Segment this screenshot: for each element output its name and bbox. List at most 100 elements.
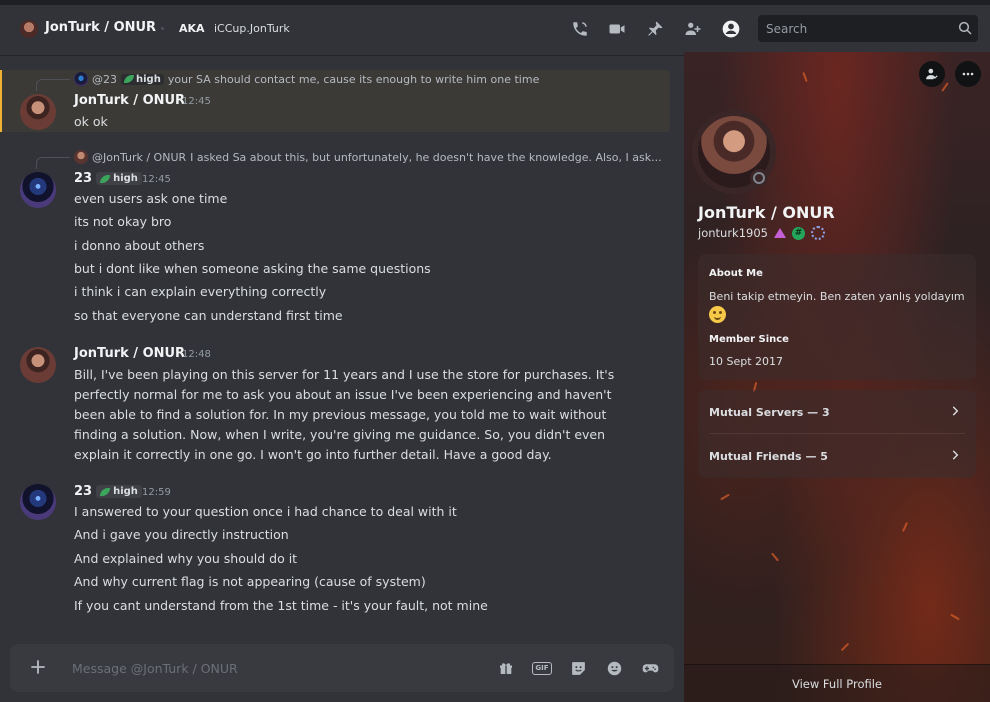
message-line: its not okay bro: [74, 214, 172, 229]
ember-decoration: [901, 522, 909, 532]
channel-header: JonTurk / ONUR AKA iCCup.JonTurk: [0, 0, 990, 56]
aka-name: iCCup.JonTurk: [214, 22, 290, 35]
gif-label: GIF: [532, 661, 552, 675]
add-attachment-icon[interactable]: [28, 657, 48, 677]
profile-username: jonturk1905: [698, 226, 768, 240]
status-offline-icon: [750, 169, 768, 187]
ember-decoration: [840, 642, 850, 652]
mutual-friends-row[interactable]: Mutual Friends — 5: [698, 434, 976, 478]
reply-avatar: [74, 72, 88, 86]
nitro-boost-badge-icon[interactable]: [810, 226, 825, 240]
author-name[interactable]: JonTurk / ONUR: [74, 346, 185, 361]
ember-decoration: [950, 613, 960, 621]
profile-username-row: jonturk1905 #: [698, 226, 825, 240]
dm-avatar[interactable]: [20, 20, 38, 38]
message-input[interactable]: [72, 644, 482, 692]
chevron-right-icon: [952, 450, 959, 460]
message-line: but i dont like when someone asking the …: [74, 261, 431, 276]
active-developer-badge-icon[interactable]: #: [791, 226, 805, 240]
sticker-icon[interactable]: [568, 658, 588, 678]
separator-dot: [161, 27, 164, 30]
view-full-profile-label: View Full Profile: [791, 676, 883, 691]
avatar[interactable]: [20, 347, 56, 383]
mutual-servers-row[interactable]: Mutual Servers — 3: [698, 390, 976, 434]
message-composer[interactable]: GIF: [10, 644, 674, 692]
message-author[interactable]: 23 high: [74, 171, 142, 186]
message-author[interactable]: 23 high: [74, 484, 142, 499]
role-tag-label: high: [136, 73, 161, 85]
mutual-friends-label: Mutual Friends — 5: [709, 449, 828, 463]
message-author[interactable]: JonTurk / ONUR: [74, 346, 185, 361]
user-profile-icon[interactable]: [719, 17, 743, 41]
friend-status-button[interactable]: [919, 61, 945, 87]
aka-label: AKA: [179, 22, 205, 35]
window-top-bar: [0, 0, 990, 5]
gift-icon[interactable]: [496, 658, 516, 678]
message-line: ok ok: [74, 114, 108, 129]
add-friends-icon[interactable]: [681, 17, 705, 41]
leaf-icon: [100, 174, 111, 183]
message-timestamp: 12:45: [142, 174, 171, 185]
more-dots-icon: [962, 72, 974, 76]
message-line: And explained why you should do it: [74, 551, 298, 566]
search-input[interactable]: [758, 15, 948, 42]
reply-spine: [36, 157, 70, 169]
role-tag: high: [96, 172, 142, 185]
ember-decoration: [802, 71, 808, 83]
reply-preview[interactable]: @JonTurk / ONUR I asked Sa about this, b…: [36, 150, 662, 169]
dm-title[interactable]: JonTurk / ONUR: [45, 20, 156, 35]
message-timestamp: 12:48: [182, 349, 211, 360]
author-name[interactable]: 23: [74, 484, 92, 499]
reply-user[interactable]: @23: [92, 73, 117, 86]
about-text: Beni takip etmeyin. Ben zaten yanlış yol…: [709, 290, 965, 303]
reply-avatar: [74, 150, 88, 164]
about-card: About Me Beni takip etmeyin. Ben zaten y…: [698, 254, 976, 380]
activity-icon[interactable]: [640, 658, 660, 678]
ember-decoration: [720, 493, 730, 501]
role-tag-label: high: [113, 486, 138, 497]
search-box[interactable]: [758, 15, 978, 42]
message-list[interactable]: @23 high your SA should contact me, caus…: [0, 56, 684, 702]
message-line: i think i can explain everything correct…: [74, 284, 327, 299]
message-line: And why current flag is not appearing (c…: [74, 574, 426, 589]
reply-user[interactable]: @JonTurk / ONUR: [92, 151, 186, 164]
reply-text: your SA should contact me, cause its eno…: [167, 72, 540, 86]
message-timestamp: 12:45: [182, 96, 211, 107]
message-line: If you cant understand from the 1st time…: [74, 598, 488, 613]
reply-preview[interactable]: @23 high your SA should contact me, caus…: [36, 72, 540, 91]
message-author[interactable]: JonTurk / ONUR: [74, 93, 185, 108]
mutual-servers-label: Mutual Servers — 3: [709, 405, 830, 419]
avatar[interactable]: [20, 172, 56, 208]
profile-display-name: JonTurk / ONUR: [698, 203, 835, 222]
search-icon[interactable]: [957, 20, 973, 36]
message-line: even users ask one time: [74, 191, 228, 206]
hypesquad-badge-icon[interactable]: [773, 228, 786, 238]
avatar[interactable]: [20, 94, 56, 130]
user-check-icon: [926, 68, 938, 80]
chevron-right-icon: [952, 406, 959, 416]
ember-decoration: [941, 82, 949, 92]
video-call-icon[interactable]: [605, 17, 629, 41]
smiling-face-emoji-icon: [709, 306, 726, 323]
author-name[interactable]: 23: [74, 171, 92, 186]
role-tag-label: high: [113, 173, 138, 184]
view-full-profile-button[interactable]: View Full Profile: [684, 664, 990, 702]
avatar[interactable]: [20, 484, 56, 520]
member-since-label: Member Since: [709, 334, 789, 345]
mutual-card: Mutual Servers — 3 Mutual Friends — 5: [698, 390, 976, 478]
gif-icon[interactable]: GIF: [532, 658, 552, 678]
phone-call-icon[interactable]: [568, 17, 592, 41]
message-paragraph: Bill, I've been playing on this server f…: [74, 367, 615, 462]
author-name[interactable]: JonTurk / ONUR: [74, 93, 185, 108]
about-label: About Me: [709, 268, 763, 279]
reply-spine: [36, 79, 70, 91]
message-timestamp: 12:59: [142, 487, 171, 498]
pin-icon[interactable]: [643, 17, 667, 41]
user-profile-panel: JonTurk / ONUR jonturk1905 # About Me Be…: [684, 52, 990, 702]
message-line: I answered to your question once i had c…: [74, 504, 457, 519]
emoji-icon[interactable]: [604, 658, 624, 678]
reply-text: I asked Sa about this, but unfortunately…: [190, 150, 662, 164]
leaf-icon: [124, 75, 134, 83]
more-options-button[interactable]: [955, 61, 981, 87]
member-since-date: 10 Sept 2017: [709, 355, 784, 368]
